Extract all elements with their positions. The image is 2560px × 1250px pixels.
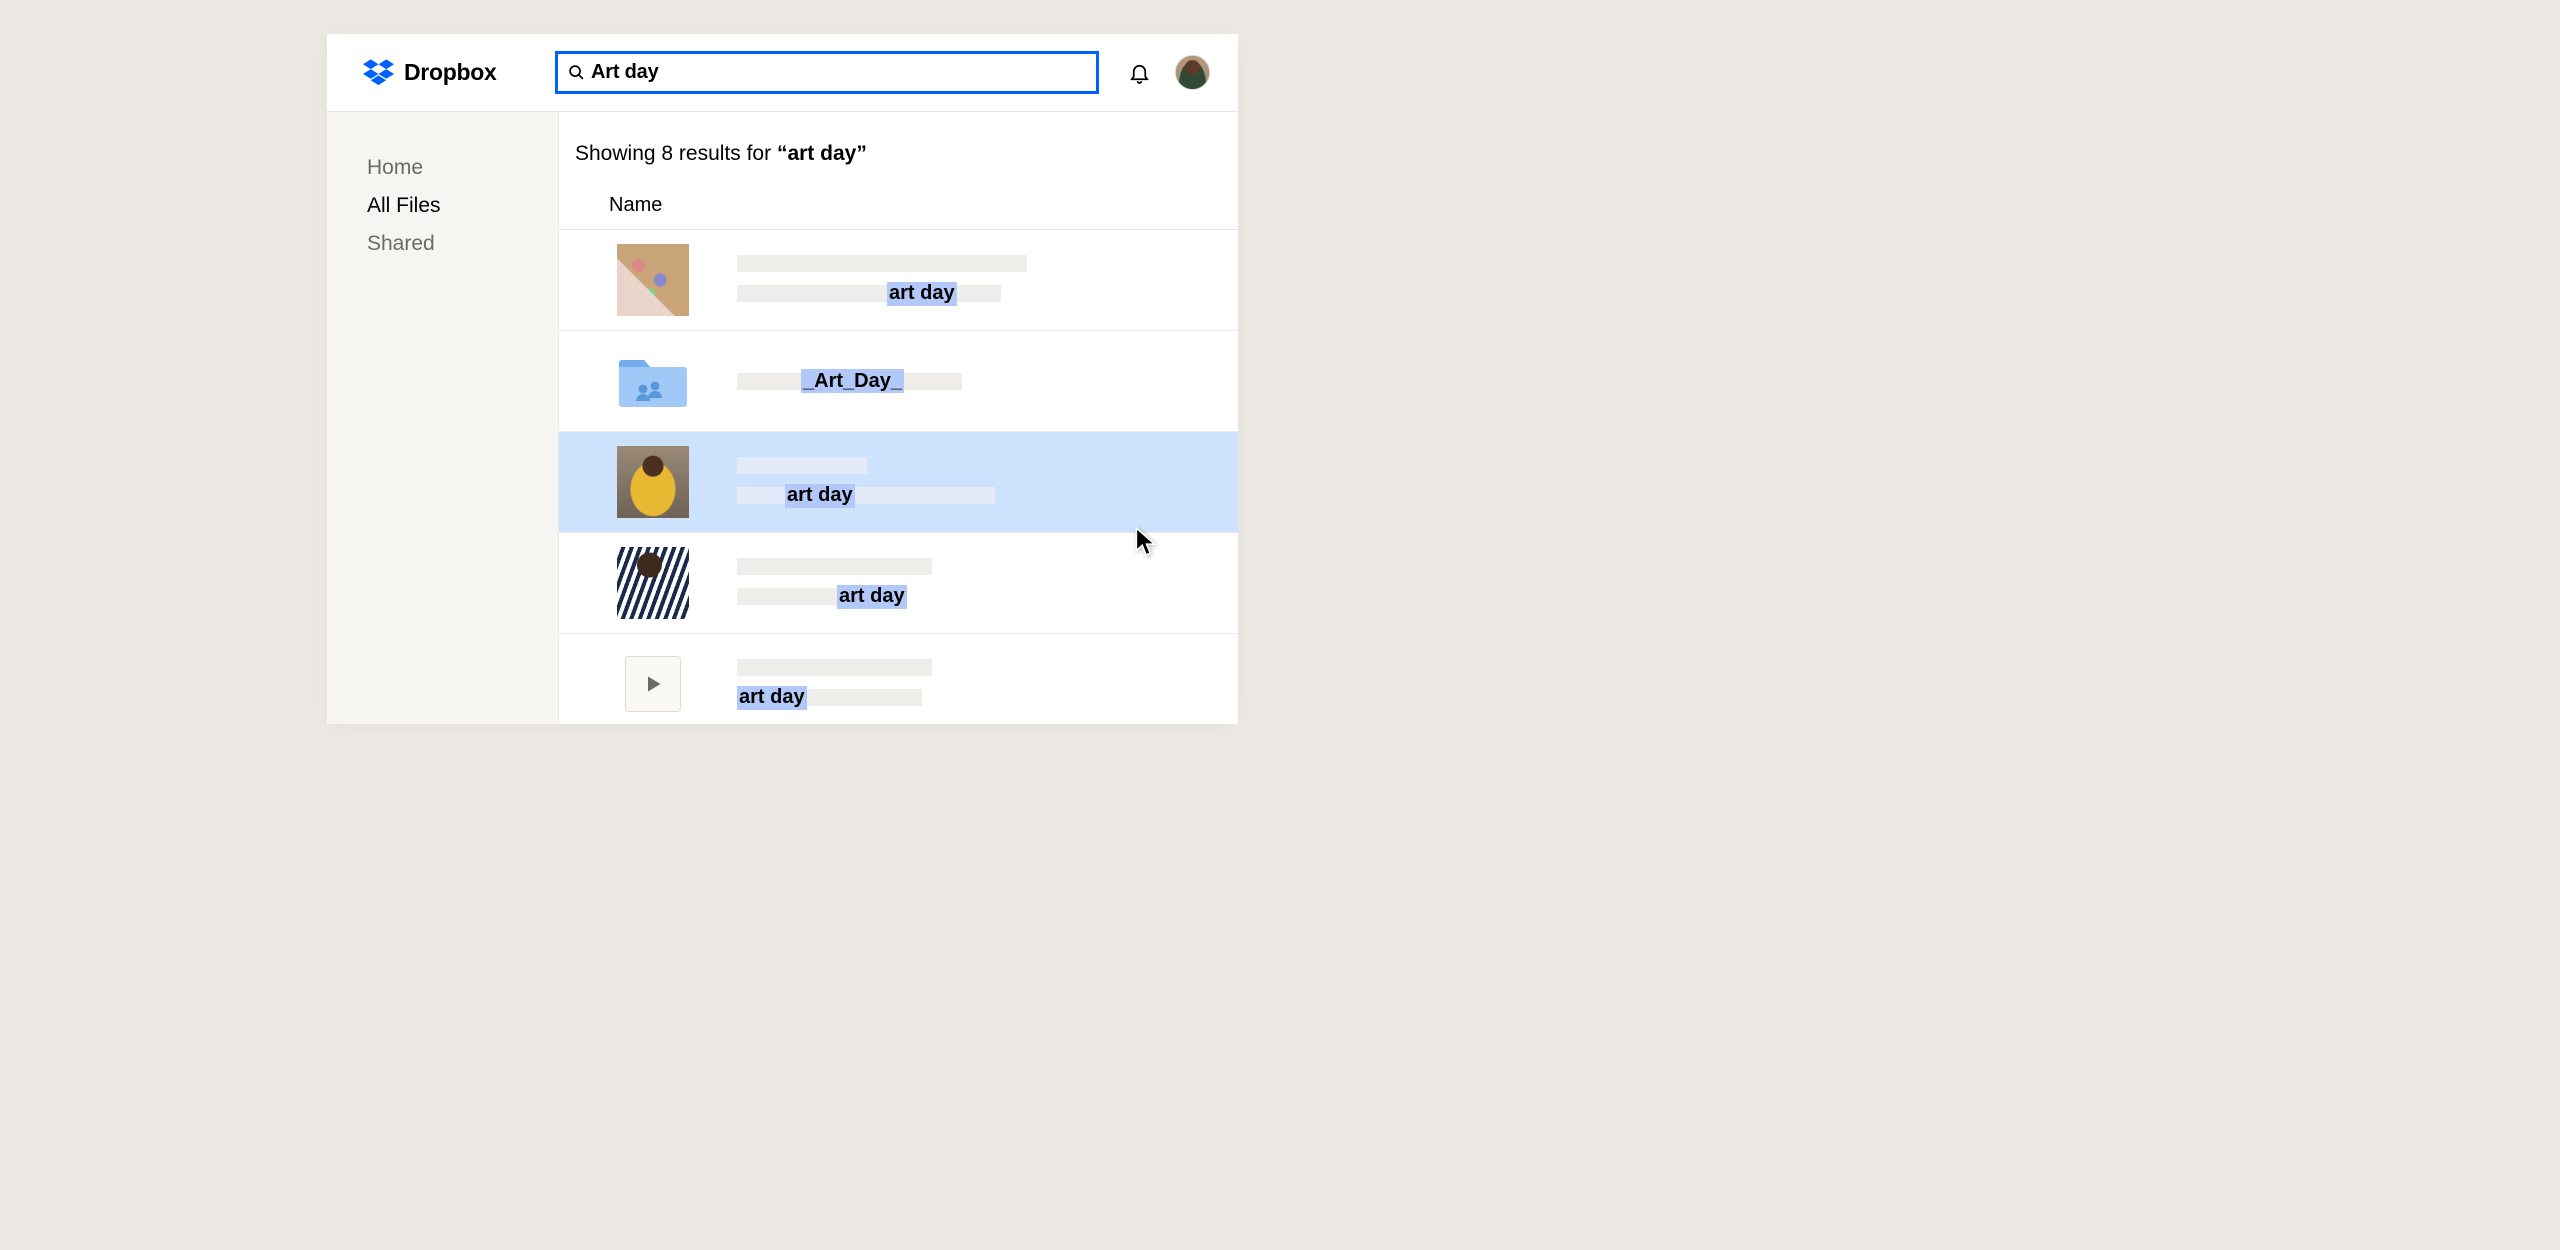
main-content: Showing 8 results for “art day” Name art… (559, 112, 1238, 724)
result-text: art day (737, 457, 1238, 508)
search-icon (568, 64, 585, 81)
thumbnail-image (617, 244, 689, 316)
thumbnail-image (617, 547, 689, 619)
result-row[interactable]: art day (559, 432, 1238, 533)
body: Home All Files Shared Showing 8 results … (327, 112, 1238, 724)
result-row[interactable]: art day (559, 634, 1238, 724)
header: Dropbox (327, 34, 1238, 112)
search-input[interactable] (591, 61, 1086, 84)
match-highlight: art day (737, 686, 807, 710)
column-header-name: Name (559, 194, 1238, 230)
match-highlight: art day (785, 484, 855, 508)
header-actions (1128, 55, 1210, 90)
result-text: art day (737, 659, 1238, 710)
dropbox-logo-icon (363, 59, 394, 86)
result-text: art day (737, 255, 1238, 306)
notifications-icon[interactable] (1128, 61, 1151, 84)
user-avatar[interactable] (1175, 55, 1210, 90)
match-highlight: _Art_Day_ (801, 369, 904, 393)
result-row[interactable]: art day (559, 230, 1238, 331)
thumbnail-video-icon (617, 648, 689, 720)
sidebar: Home All Files Shared (327, 112, 559, 724)
sidebar-item-shared[interactable]: Shared (367, 232, 558, 256)
result-row[interactable]: art day (559, 533, 1238, 634)
thumbnail-image (617, 446, 689, 518)
match-highlight: art day (887, 282, 957, 306)
sidebar-item-all-files[interactable]: All Files (367, 194, 558, 218)
result-row[interactable]: _Art_Day_ (559, 331, 1238, 432)
search-container (555, 51, 1108, 94)
brand[interactable]: Dropbox (363, 59, 535, 86)
brand-name: Dropbox (404, 59, 496, 86)
app-window: Dropbox (327, 34, 1238, 724)
result-text: art day (737, 558, 1238, 609)
sidebar-item-home[interactable]: Home (367, 156, 558, 180)
result-text: _Art_Day_ (737, 369, 1238, 393)
match-highlight: art day (837, 585, 907, 609)
thumbnail-folder-icon (617, 345, 689, 417)
results-heading: Showing 8 results for “art day” (559, 142, 1238, 166)
search-box[interactable] (555, 51, 1099, 94)
